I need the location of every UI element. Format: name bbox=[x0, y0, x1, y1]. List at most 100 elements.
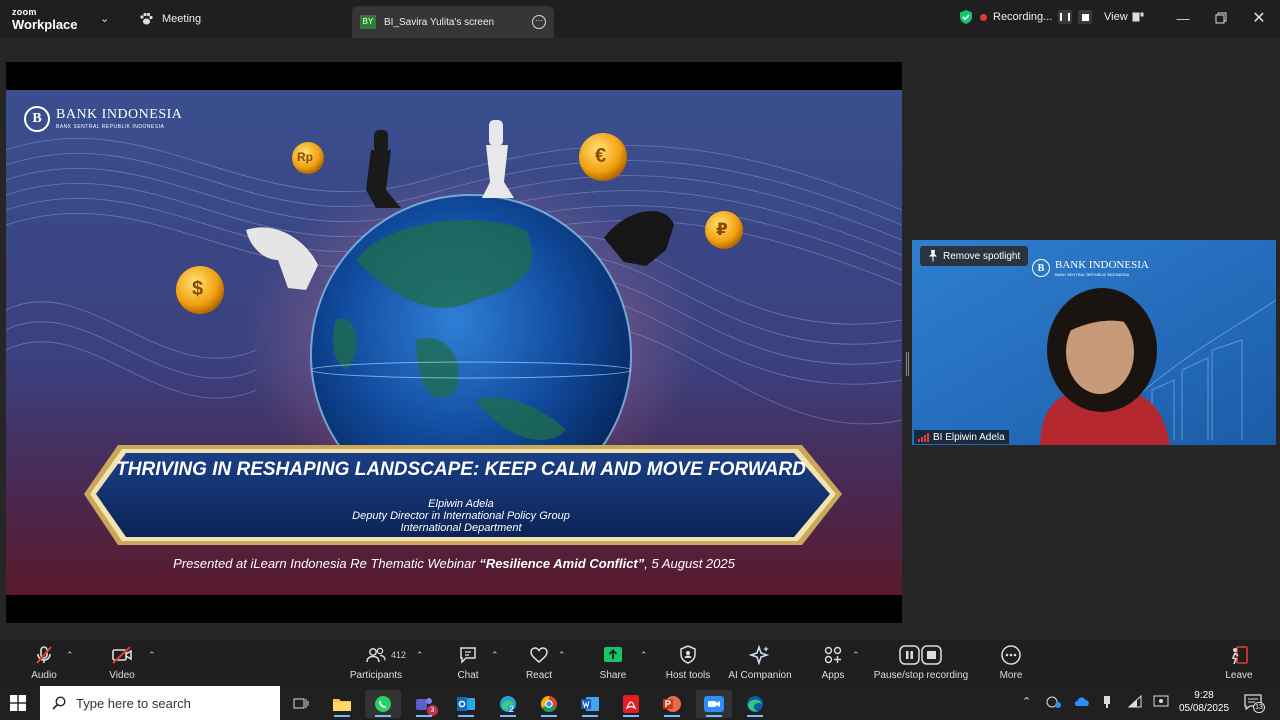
edge-browser-glyph bbox=[747, 696, 763, 712]
share-label: Share bbox=[599, 670, 627, 681]
apps-button[interactable]: Apps bbox=[814, 644, 852, 681]
audio-button[interactable]: Audio bbox=[26, 644, 62, 681]
zoom-workplace-logo[interactable]: zoom Workplace bbox=[12, 8, 78, 32]
share-options-chevron-icon[interactable]: ⌃ bbox=[640, 650, 648, 661]
logo-title: BANK INDONESIA bbox=[1055, 258, 1149, 271]
meeting-toolbar: Audio ⌃ Video ⌃ Participants 412 ⌃ Chat … bbox=[0, 640, 1280, 686]
ai-companion-button[interactable]: AI Companion bbox=[724, 644, 796, 681]
title-bar: zoom Workplace ⌄ Meeting BY BI_Savira Yu… bbox=[0, 0, 1280, 38]
restore-button[interactable] bbox=[1206, 8, 1236, 28]
audio-options-chevron-icon[interactable]: ⌃ bbox=[66, 650, 74, 661]
pause-stop-icon bbox=[899, 645, 942, 665]
windows-start-icon[interactable] bbox=[10, 695, 26, 711]
logo-subtitle: BANK SENTRAL REPUBLIK INDONESIA bbox=[1055, 271, 1130, 277]
view-label: View bbox=[1104, 11, 1128, 23]
presented-at-text: Presented at iLearn Indonesia Re Themati… bbox=[6, 556, 902, 571]
share-screen-icon bbox=[604, 647, 622, 662]
share-button[interactable]: Share bbox=[594, 644, 632, 681]
bank-indonesia-mark-icon: B bbox=[1032, 259, 1050, 277]
react-options-chevron-icon[interactable]: ⌃ bbox=[558, 650, 566, 661]
panel-resize-handle[interactable] bbox=[906, 352, 909, 376]
participants-label: Participants bbox=[349, 670, 403, 681]
clock-date: 05/08/2025 bbox=[1178, 703, 1230, 714]
participants-options-chevron-icon[interactable]: ⌃ bbox=[416, 650, 424, 661]
participant-name-label: BI Elpiwin Adela bbox=[914, 430, 1009, 444]
powerpoint-glyph bbox=[663, 696, 681, 712]
zoom-taskbar-icon[interactable] bbox=[696, 690, 732, 718]
folder-icon bbox=[333, 699, 351, 711]
audio-label: Audio bbox=[31, 670, 57, 681]
task-view-icon[interactable] bbox=[283, 690, 319, 718]
participant-video-tile[interactable]: Remove spotlight B BANK INDONESIA BANK S… bbox=[912, 240, 1276, 445]
pause-stop-recording-button[interactable]: Pause/stop recording bbox=[868, 644, 974, 681]
chrome-icon[interactable] bbox=[531, 690, 567, 718]
leave-button[interactable]: Leave bbox=[1220, 644, 1258, 681]
shared-screen[interactable]: B BANK INDONESIA BANK SENTRAL REPUBLIK I… bbox=[6, 62, 902, 623]
restore-icon bbox=[1215, 12, 1227, 24]
edge-profile-icon[interactable]: 2 bbox=[490, 690, 526, 718]
recording-indicator: Recording... bbox=[958, 9, 1093, 25]
minimize-button[interactable]: — bbox=[1168, 8, 1198, 28]
leave-label: Leave bbox=[1225, 670, 1253, 681]
teams-icon[interactable]: 3 bbox=[406, 690, 442, 718]
logo-title: BANK INDONESIA bbox=[56, 107, 183, 122]
coin-euro: € bbox=[595, 145, 607, 167]
edge-glyph bbox=[500, 696, 516, 712]
pause-stop-label: Pause/stop recording bbox=[873, 670, 969, 681]
taskbar-search[interactable] bbox=[40, 686, 280, 720]
notification-center-button[interactable]: 13 bbox=[1244, 694, 1265, 715]
participants-count: 412 bbox=[391, 650, 407, 660]
task-view-glyph bbox=[293, 698, 309, 709]
tab-shared-screen[interactable]: BY BI_Savira Yulita's screen ⋯ bbox=[352, 6, 554, 38]
stop-recording-button[interactable] bbox=[1078, 10, 1093, 24]
outlook-icon[interactable] bbox=[448, 690, 484, 718]
zoom-glyph bbox=[704, 696, 724, 712]
apps-options-chevron-icon[interactable]: ⌃ bbox=[852, 650, 860, 661]
taskbar-clock[interactable]: 9:28 05/08/2025 bbox=[1172, 689, 1236, 715]
word-icon[interactable] bbox=[572, 690, 608, 718]
search-input[interactable] bbox=[76, 695, 256, 711]
video-off-icon bbox=[112, 646, 132, 664]
react-label: React bbox=[525, 670, 553, 681]
whatsapp-glyph bbox=[375, 696, 391, 712]
more-button[interactable]: More bbox=[992, 644, 1030, 681]
powerpoint-icon[interactable] bbox=[654, 690, 690, 718]
chat-label: Chat bbox=[457, 670, 479, 681]
chat-button[interactable]: Chat bbox=[450, 644, 486, 681]
logo-bottom-text: Workplace bbox=[12, 17, 78, 32]
search-icon bbox=[52, 696, 66, 710]
onedrive-icon[interactable] bbox=[1073, 695, 1091, 707]
video-button[interactable]: Video bbox=[104, 644, 140, 681]
edge-icon[interactable] bbox=[737, 690, 773, 718]
windows-taskbar: 3 2 ⌃ 9:28 bbox=[0, 686, 1280, 720]
pause-recording-button[interactable] bbox=[1058, 10, 1073, 24]
close-button[interactable]: ✕ bbox=[1244, 8, 1274, 28]
more-options-icon[interactable]: ⋯ bbox=[532, 15, 546, 29]
remove-spotlight-button[interactable]: Remove spotlight bbox=[920, 246, 1029, 266]
sparkle-icon bbox=[749, 644, 770, 666]
view-button[interactable]: View bbox=[1104, 11, 1144, 23]
network-cloud-icon[interactable] bbox=[1046, 695, 1062, 709]
tab-meeting[interactable]: Meeting bbox=[138, 9, 201, 29]
display-icon[interactable] bbox=[1153, 695, 1169, 709]
whatsapp-icon[interactable] bbox=[365, 690, 401, 718]
usb-device-icon[interactable] bbox=[1102, 695, 1112, 709]
react-button[interactable]: React bbox=[520, 644, 558, 681]
file-explorer-icon[interactable] bbox=[324, 690, 360, 718]
view-layout-icon bbox=[1132, 12, 1144, 22]
chevron-down-icon[interactable]: ⌄ bbox=[100, 12, 109, 25]
video-options-chevron-icon[interactable]: ⌃ bbox=[148, 650, 156, 661]
host-tools-button[interactable]: Host tools bbox=[662, 644, 714, 681]
more-icon bbox=[1001, 645, 1021, 665]
acrobat-icon[interactable] bbox=[613, 690, 649, 718]
wifi-icon[interactable] bbox=[1128, 695, 1142, 709]
apps-icon bbox=[824, 646, 842, 664]
presentation-slide: B BANK INDONESIA BANK SENTRAL REPUBLIK I… bbox=[6, 90, 902, 595]
word-glyph bbox=[581, 697, 599, 711]
pin-icon bbox=[929, 250, 937, 262]
coin-rupiah: Rp bbox=[297, 150, 313, 164]
show-hidden-icons-chevron-icon[interactable]: ⌃ bbox=[1022, 695, 1031, 708]
participant-name: BI Elpiwin Adela bbox=[933, 431, 1005, 443]
presenter-name: Elpiwin Adela bbox=[428, 498, 494, 510]
chat-options-chevron-icon[interactable]: ⌃ bbox=[491, 650, 499, 661]
